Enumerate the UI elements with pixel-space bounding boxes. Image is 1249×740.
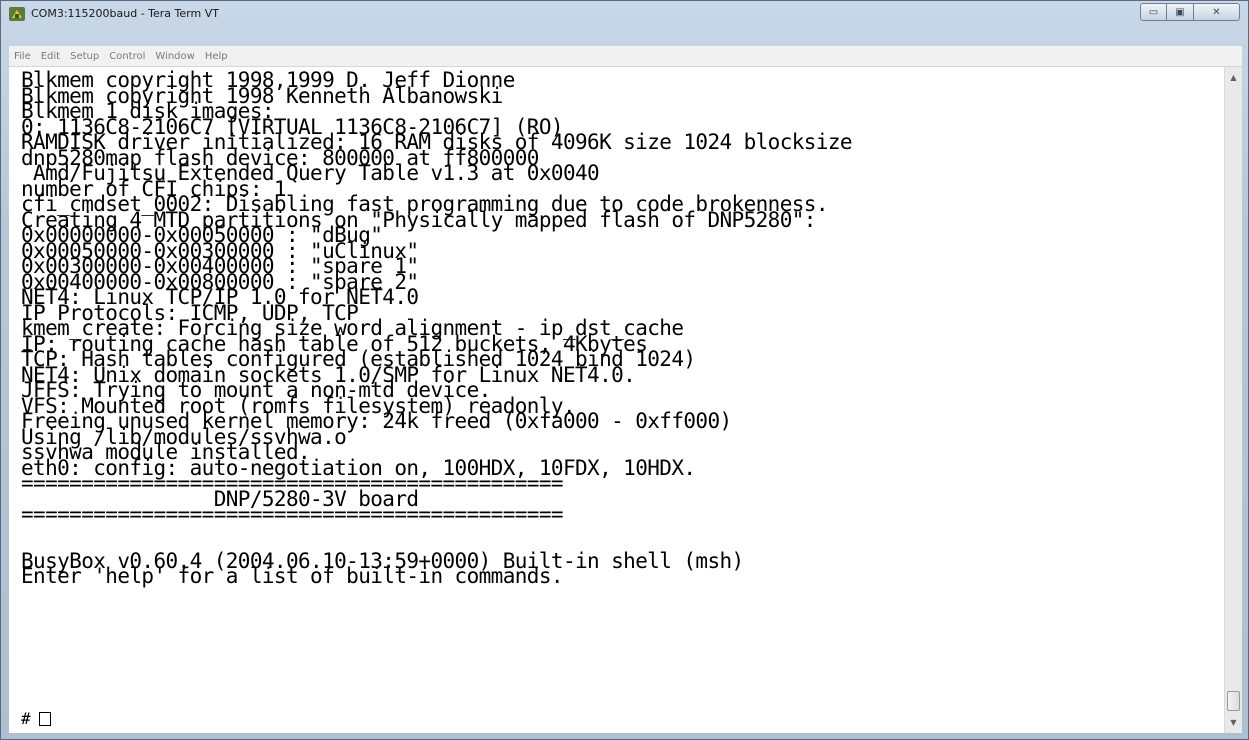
prompt-row[interactable]: # — [21, 709, 51, 728]
terminal-area[interactable]: Blkmem copyright 1998,1999 D. Jeff Dionn… — [9, 67, 1224, 733]
maximize-icon: ▣ — [1175, 6, 1185, 18]
menu-file[interactable]: File — [9, 51, 36, 62]
terminal-line: Enter 'help' for a list of built-in comm… — [21, 564, 564, 588]
menu-bar: File Edit Setup Control Window Help — [9, 46, 1242, 67]
menu-window[interactable]: Window — [150, 51, 199, 62]
maximize-button[interactable]: ▣ — [1167, 3, 1194, 21]
minimize-button[interactable]: ▭ — [1140, 3, 1167, 21]
text-cursor — [38, 711, 51, 726]
teraterm-window: COM3:115200baud - Tera Term VT ▭ ▣ ✕ Fil… — [0, 0, 1249, 740]
shell-prompt: # — [21, 709, 31, 728]
menu-help[interactable]: Help — [200, 51, 233, 62]
menu-setup[interactable]: Setup — [65, 51, 104, 62]
close-button[interactable]: ✕ — [1194, 3, 1240, 21]
close-icon: ✕ — [1212, 6, 1221, 18]
scroll-thumb[interactable] — [1227, 691, 1240, 711]
window-controls: ▭ ▣ ✕ — [1140, 3, 1240, 23]
scroll-up-icon[interactable]: ▲ — [1225, 69, 1242, 86]
scroll-down-icon[interactable]: ▼ — [1225, 714, 1242, 731]
teraterm-app-icon[interactable] — [9, 7, 25, 21]
menu-edit[interactable]: Edit — [36, 51, 65, 62]
window-title: COM3:115200baud - Tera Term VT — [31, 7, 219, 20]
title-bar[interactable]: COM3:115200baud - Tera Term VT ▭ ▣ ✕ — [1, 1, 1248, 28]
terminal-line: ========================================… — [21, 502, 564, 526]
menu-control[interactable]: Control — [104, 51, 150, 62]
terminal-output: Blkmem copyright 1998,1999 D. Jeff Dionn… — [21, 70, 853, 588]
minimize-icon: ▭ — [1148, 6, 1159, 18]
vertical-scrollbar[interactable]: ▲ ▼ — [1224, 67, 1242, 733]
